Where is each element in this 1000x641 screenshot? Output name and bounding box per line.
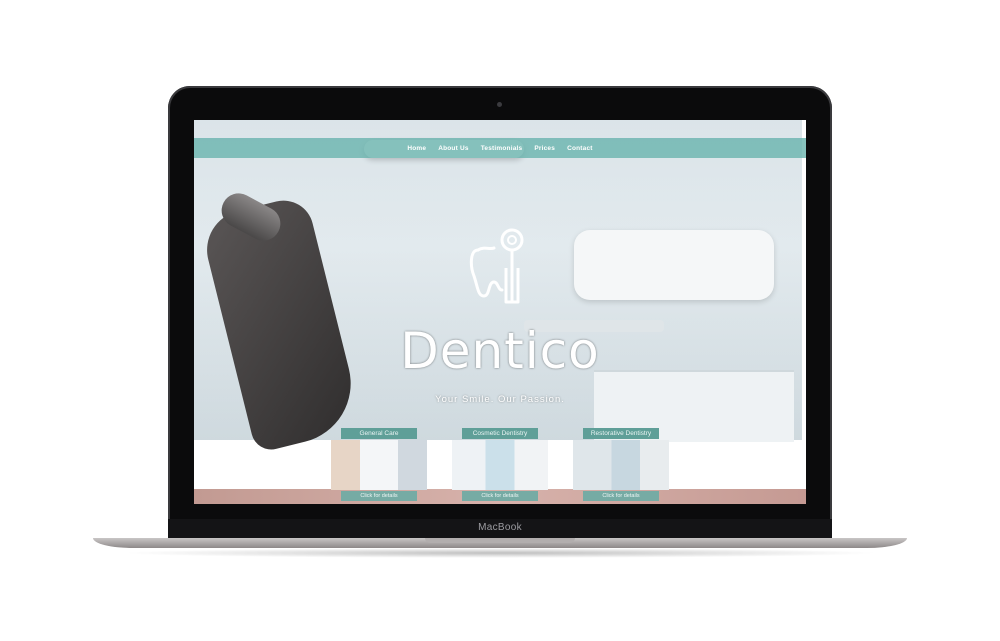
laptop-shadow xyxy=(120,548,880,558)
service-title: Cosmetic Dentistry xyxy=(462,428,538,439)
details-button[interactable]: Click for details xyxy=(341,491,417,501)
service-card[interactable]: Restorative Dentistry Click for details xyxy=(573,428,669,504)
dental-unit-shape xyxy=(574,230,774,300)
camera-icon xyxy=(497,102,502,107)
service-cards: General Care Click for details Cosmetic … xyxy=(194,428,806,504)
service-card[interactable]: Cosmetic Dentistry Click for details xyxy=(452,428,548,504)
device-label: MacBook xyxy=(478,522,522,533)
laptop-chin: MacBook xyxy=(168,519,832,539)
nav-prices[interactable]: Prices xyxy=(534,145,555,152)
tooth-logo-icon xyxy=(469,228,524,304)
dentist-photo xyxy=(452,440,548,490)
website-screen: Home About Us Testimonials Prices Contac… xyxy=(194,120,806,504)
nav-about-us[interactable]: About Us xyxy=(438,145,469,152)
details-button[interactable]: Click for details xyxy=(462,491,538,501)
tagline: Your Smile. Our Passion. xyxy=(435,394,565,405)
nav-testimonials[interactable]: Testimonials xyxy=(481,145,523,152)
nav-contact[interactable]: Contact xyxy=(567,145,593,152)
patient-photo xyxy=(331,440,427,490)
brand-title: Dentico xyxy=(400,322,600,380)
laptop-notch xyxy=(425,538,575,543)
main-nav: Home About Us Testimonials Prices Contac… xyxy=(194,138,806,158)
service-card[interactable]: General Care Click for details xyxy=(331,428,427,504)
service-title: General Care xyxy=(341,428,417,439)
service-title: Restorative Dentistry xyxy=(583,428,659,439)
details-button[interactable]: Click for details xyxy=(583,491,659,501)
nav-home[interactable]: Home xyxy=(407,145,426,152)
treatment-photo xyxy=(573,440,669,490)
